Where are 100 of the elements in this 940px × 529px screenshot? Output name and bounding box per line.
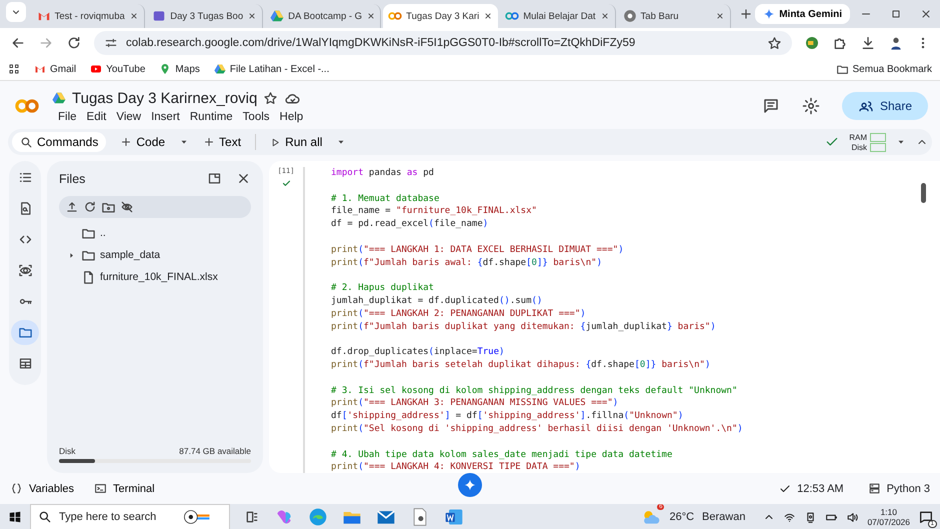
commands-button[interactable]: Commands <box>12 132 106 152</box>
plus-icon <box>203 136 216 148</box>
code-line: # 1. Memuat database <box>331 192 440 206</box>
close-icon[interactable] <box>715 11 726 21</box>
scrollbar-thumb[interactable] <box>921 183 926 203</box>
gemini-button[interactable] <box>458 473 482 497</box>
new-tab-icon[interactable] <box>739 7 754 21</box>
download-icon[interactable] <box>860 35 876 51</box>
settings-icon[interactable] <box>802 97 820 115</box>
windows-logo-icon[interactable] <box>8 510 22 524</box>
code-line: print("=== LANGKAH 2: PENANGANAN DUPLIKAT ===") <box>331 308 587 321</box>
close-icon[interactable] <box>920 8 932 20</box>
code-line: # 3. Isi sel kosong di kolom shipping_address dengan teks default "Unknown" <box>331 384 738 398</box>
menu-item[interactable]: Runtime <box>190 110 233 122</box>
map-pin-icon <box>159 63 172 75</box>
mail-icon <box>34 63 46 75</box>
code-line: jumlah_duplikat = df.duplicated().sum() <box>331 294 544 308</box>
file-list-item[interactable]: sample_data <box>59 244 251 266</box>
upload-icon[interactable] <box>65 200 79 214</box>
ram-label: RAM <box>849 132 867 142</box>
close-icon[interactable] <box>129 11 140 21</box>
notebook-title[interactable]: Tugas Day 3 Karirnex_roviq <box>72 90 258 106</box>
file-list-item[interactable]: furniture_10k_FINAL.xlsx <box>59 266 251 288</box>
maximize-icon[interactable] <box>890 8 902 20</box>
code-line: file_name = "furniture_10k_FINAL.xlsx" <box>331 205 538 218</box>
drive-icon <box>214 63 226 75</box>
drive-icon[interactable] <box>270 9 284 23</box>
disk-label: Disk <box>59 446 76 456</box>
rings-icon[interactable] <box>505 9 520 23</box>
code-cell[interactable] <box>269 161 940 473</box>
variables-button[interactable]: Variables <box>10 482 74 495</box>
menu-item[interactable]: Insert <box>151 110 180 122</box>
task-view-icon[interactable] <box>244 509 260 525</box>
code-line: df['shipping_address'] = df['shipping_address'].fillna("Unknown") <box>331 410 684 423</box>
terminal-button[interactable]: Terminal <box>94 482 155 495</box>
code-line: df.drop_duplicates(inplace=True) <box>331 346 506 359</box>
close-icon[interactable] <box>366 11 376 21</box>
runtime-type[interactable]: Python 3 <box>868 482 930 495</box>
star-icon[interactable] <box>263 90 278 106</box>
refresh-icon[interactable] <box>83 200 97 214</box>
ram-meter <box>870 132 886 142</box>
taskbar-search-field[interactable]: Type here to search <box>30 504 230 529</box>
bookmark-link[interactable]: Maps <box>159 63 200 75</box>
menu-item[interactable]: View <box>116 110 142 122</box>
code-line: print("Sel kosong di 'shipping_address' berhasil diisi dengan 'Unknown'.\n") <box>331 422 743 436</box>
reload-icon[interactable] <box>66 35 82 51</box>
site-settings-icon[interactable] <box>104 36 118 50</box>
apps-grid-icon[interactable] <box>8 63 20 75</box>
braces-icon <box>10 482 23 495</box>
word-icon[interactable] <box>444 507 464 527</box>
speaker-icon[interactable] <box>846 510 860 524</box>
add-text-button[interactable]: Text <box>199 133 246 151</box>
sidebar-button[interactable] <box>11 320 39 345</box>
close-icon[interactable] <box>600 11 610 21</box>
app-icon[interactable] <box>152 9 166 23</box>
notification-icon[interactable] <box>918 509 934 525</box>
open-in-tab-icon[interactable] <box>207 171 222 186</box>
bookmark-link[interactable]: Gmail <box>34 63 76 75</box>
code-line: print(f"Jumlah baris duplikat yang ditemukan: {jumlah_duplikat} baris") <box>331 320 717 334</box>
execution-time[interactable]: 12:53 AM <box>779 482 844 495</box>
close-icon[interactable] <box>236 171 251 186</box>
browser-tab[interactable]: Tugas Day 3 Kari <box>383 4 498 28</box>
star-icon[interactable] <box>767 36 782 50</box>
weather-text[interactable]: Berawan <box>702 511 746 523</box>
bookmark-link[interactable]: File Latihan - Excel -... <box>214 63 330 75</box>
gemini-button[interactable]: Minta Gemini <box>755 4 850 24</box>
close-icon[interactable] <box>483 11 494 21</box>
panel-title: Files <box>59 172 86 186</box>
plus-icon <box>120 136 132 148</box>
drive-icon <box>52 91 66 105</box>
check-icon <box>779 482 792 494</box>
bookmark-link[interactable]: YouTube <box>90 63 146 75</box>
code-line: # 4. Ubah tipe data kolom sales_date menjadi tipe data datetime <box>331 448 674 462</box>
temperature[interactable]: 26°C <box>669 511 694 523</box>
code-line: print("=== LANGKAH 3: PENANGANAN MISSING VALUES ===") <box>331 397 620 410</box>
add-code-button[interactable]: Code <box>116 133 170 151</box>
all-bookmarks-link[interactable]: Semua Bookmark <box>836 62 932 76</box>
close-icon[interactable] <box>247 11 258 21</box>
globe-icon[interactable] <box>622 9 637 23</box>
share-button[interactable]: Share <box>842 92 928 120</box>
taskbar-clock[interactable]: 1:10 07/07/2026 <box>867 507 910 527</box>
code-line: # 2. Hapus duplikat <box>331 282 435 295</box>
run-all-button[interactable]: Run all <box>266 133 326 151</box>
file-list-item[interactable]: .. <box>59 222 251 244</box>
menu-item[interactable]: File <box>58 110 77 122</box>
sparkle-icon <box>763 8 776 20</box>
disk-label: Disk <box>851 142 867 152</box>
address-bar[interactable]: colab.research.google.com/drive/1WalYIqmgDKWKiNsR-iF5I1pGGS0T0-Ib#scrollTo=ZtQkhDiFZy59 <box>94 31 792 55</box>
comment-icon[interactable] <box>762 97 780 115</box>
server-icon <box>868 482 881 495</box>
colab-icon[interactable] <box>388 9 402 23</box>
success-check-icon <box>282 179 290 188</box>
code-line: df = pd.read_excel(file_name) <box>331 218 490 231</box>
menu-item[interactable]: Tools <box>242 110 270 122</box>
file-icon <box>81 270 96 284</box>
menu-item[interactable]: Edit <box>86 110 106 122</box>
eye-off-icon[interactable] <box>120 200 134 214</box>
table-of-contents-icon <box>18 170 32 185</box>
menu-item[interactable]: Help <box>280 110 304 122</box>
search-icon <box>20 136 33 148</box>
